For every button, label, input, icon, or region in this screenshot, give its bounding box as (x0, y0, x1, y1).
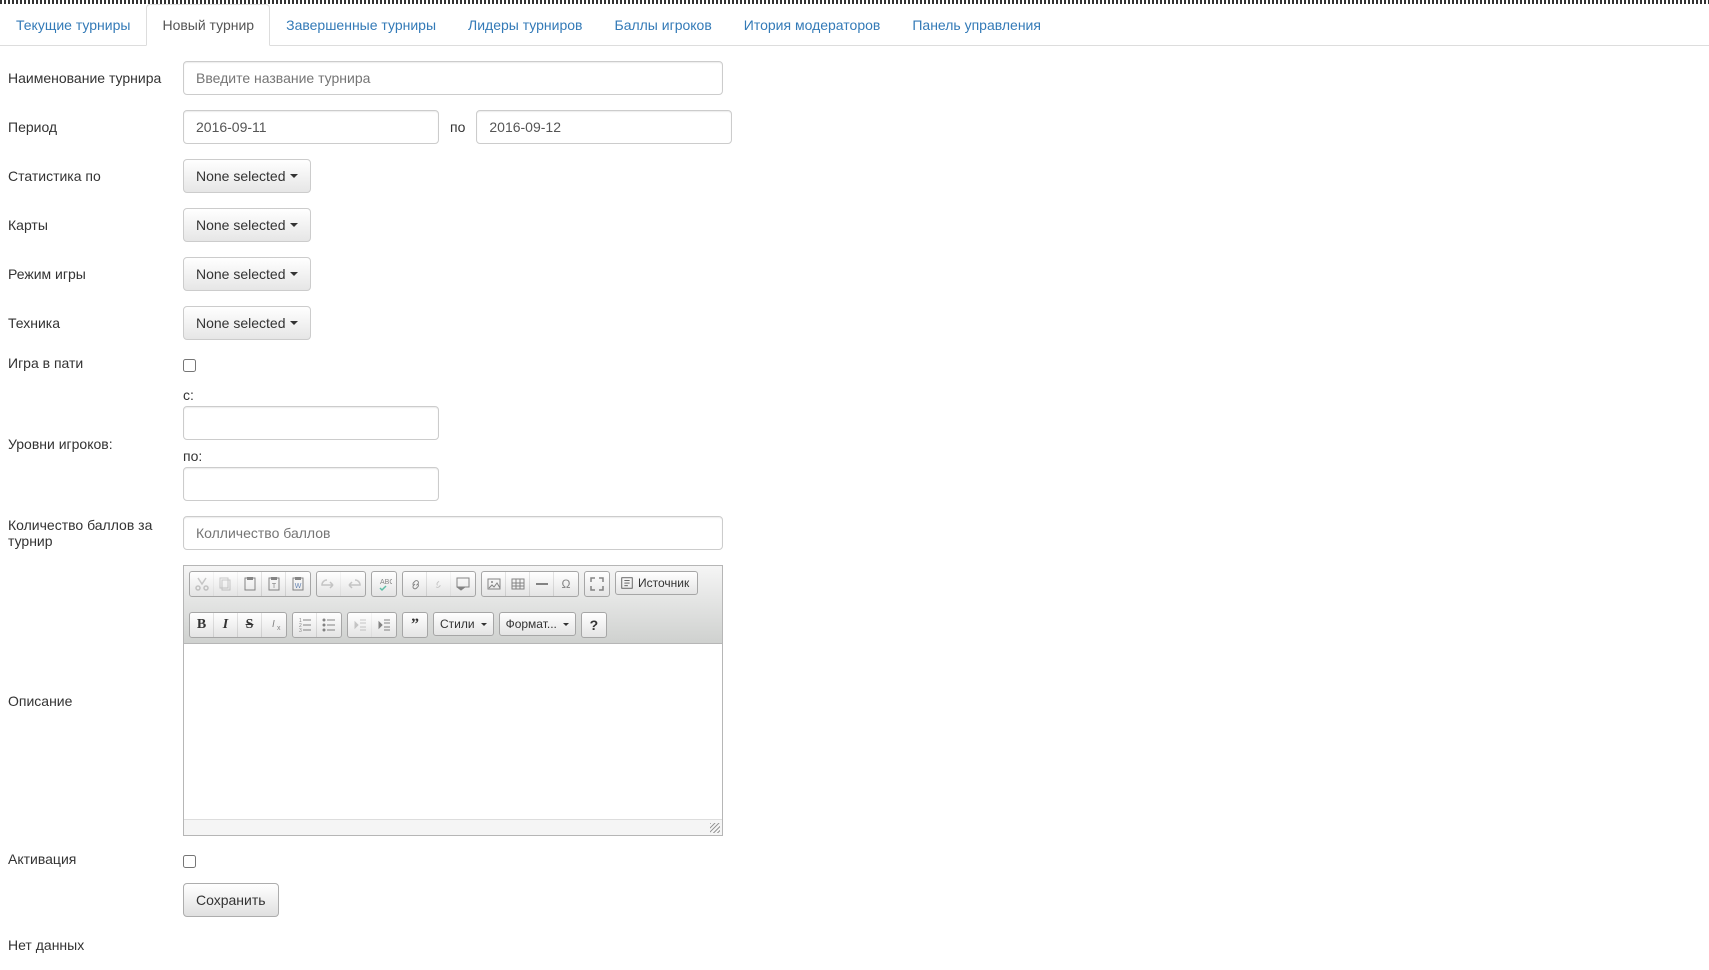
tech-label: Техника (8, 315, 183, 331)
period-label: Период (8, 119, 183, 135)
source-button[interactable]: Источник (615, 571, 698, 595)
activation-label: Активация (8, 851, 183, 867)
numbered-list-icon[interactable]: 123 (293, 613, 317, 637)
table-icon[interactable] (506, 572, 530, 596)
resize-handle-icon[interactable] (710, 823, 720, 833)
indent-icon[interactable] (372, 613, 396, 637)
tab-leaders[interactable]: Лидеры турниров (452, 4, 598, 46)
name-label: Наименование турнира (8, 70, 183, 86)
unlink-icon[interactable] (427, 572, 451, 596)
name-input[interactable] (183, 61, 723, 95)
nav-tabs: Текущие турниры Новый турнир Завершенные… (0, 4, 1709, 46)
svg-text:ABC: ABC (380, 579, 392, 586)
bullet-list-icon[interactable] (317, 613, 341, 637)
maps-dropdown[interactable]: None selected (183, 208, 311, 242)
image-icon[interactable] (482, 572, 506, 596)
chevron-down-icon (563, 623, 569, 626)
svg-text:3: 3 (299, 628, 302, 633)
svg-text:I: I (272, 619, 275, 630)
tab-control[interactable]: Панель управления (896, 4, 1057, 46)
points-label: Количество баллов за турнир (8, 517, 183, 549)
chevron-down-icon (290, 174, 298, 178)
copy-icon[interactable] (214, 572, 238, 596)
period-to-label: по (439, 119, 476, 135)
tab-new[interactable]: Новый турнир (146, 4, 270, 46)
editor-content[interactable] (184, 644, 722, 819)
stats-dropdown[interactable]: None selected (183, 159, 311, 193)
form-container: Наименование турнира Период по Статистик… (0, 46, 1709, 970)
editor-resize (184, 819, 722, 835)
help-icon[interactable]: ? (582, 613, 606, 637)
period-from-input[interactable] (183, 110, 439, 144)
activation-checkbox[interactable] (183, 855, 196, 868)
no-data-text: Нет данных (8, 932, 1701, 958)
levels-from-label: с: (183, 387, 439, 403)
special-char-icon[interactable]: Ω (554, 572, 578, 596)
svg-text:Ω: Ω (562, 577, 571, 591)
italic-icon[interactable]: I (214, 613, 238, 637)
maps-label: Карты (8, 217, 183, 233)
svg-text:T: T (271, 583, 276, 590)
points-input[interactable] (183, 516, 723, 550)
cut-icon[interactable] (190, 572, 214, 596)
anchor-icon[interactable] (451, 572, 475, 596)
chevron-down-icon (290, 321, 298, 325)
svg-text:W: W (295, 583, 302, 590)
tab-points[interactable]: Баллы игроков (599, 4, 728, 46)
editor-toolbar: T W ABC Ω (184, 566, 722, 644)
description-label: Описание (8, 693, 183, 709)
tab-moderators[interactable]: Итория модераторов (728, 4, 897, 46)
levels-to-label: по: (183, 448, 439, 464)
link-icon[interactable] (403, 572, 427, 596)
tab-current[interactable]: Текущие турниры (0, 4, 146, 46)
outdent-icon[interactable] (348, 613, 372, 637)
undo-icon[interactable] (317, 572, 341, 596)
tech-dropdown[interactable]: None selected (183, 306, 311, 340)
tab-finished[interactable]: Завершенные турниры (270, 4, 452, 46)
paste-text-icon[interactable]: T (262, 572, 286, 596)
chevron-down-icon (481, 623, 487, 626)
blockquote-icon[interactable]: ” (403, 613, 427, 637)
maximize-icon[interactable] (585, 572, 609, 596)
mode-dropdown[interactable]: None selected (183, 257, 311, 291)
party-checkbox[interactable] (183, 359, 196, 372)
hr-icon[interactable] (530, 572, 554, 596)
svg-text:x: x (277, 625, 281, 632)
remove-format-icon[interactable]: Ix (262, 613, 286, 637)
levels-label: Уровни игроков: (8, 436, 183, 452)
stats-label: Статистика по (8, 168, 183, 184)
editor: T W ABC Ω (183, 565, 723, 836)
period-to-input[interactable] (476, 110, 732, 144)
chevron-down-icon (290, 272, 298, 276)
party-label: Игра в пати (8, 355, 183, 371)
bold-icon[interactable]: B (190, 613, 214, 637)
redo-icon[interactable] (341, 572, 365, 596)
paste-icon[interactable] (238, 572, 262, 596)
styles-dropdown[interactable]: Стили (433, 612, 494, 636)
strike-icon[interactable]: S (238, 613, 262, 637)
paste-word-icon[interactable]: W (286, 572, 310, 596)
chevron-down-icon (290, 223, 298, 227)
format-dropdown[interactable]: Формат... (499, 612, 576, 636)
spellcheck-icon[interactable]: ABC (372, 572, 396, 596)
levels-to-input[interactable] (183, 467, 439, 501)
save-button[interactable]: Сохранить (183, 883, 279, 917)
levels-from-input[interactable] (183, 406, 439, 440)
mode-label: Режим игры (8, 266, 183, 282)
